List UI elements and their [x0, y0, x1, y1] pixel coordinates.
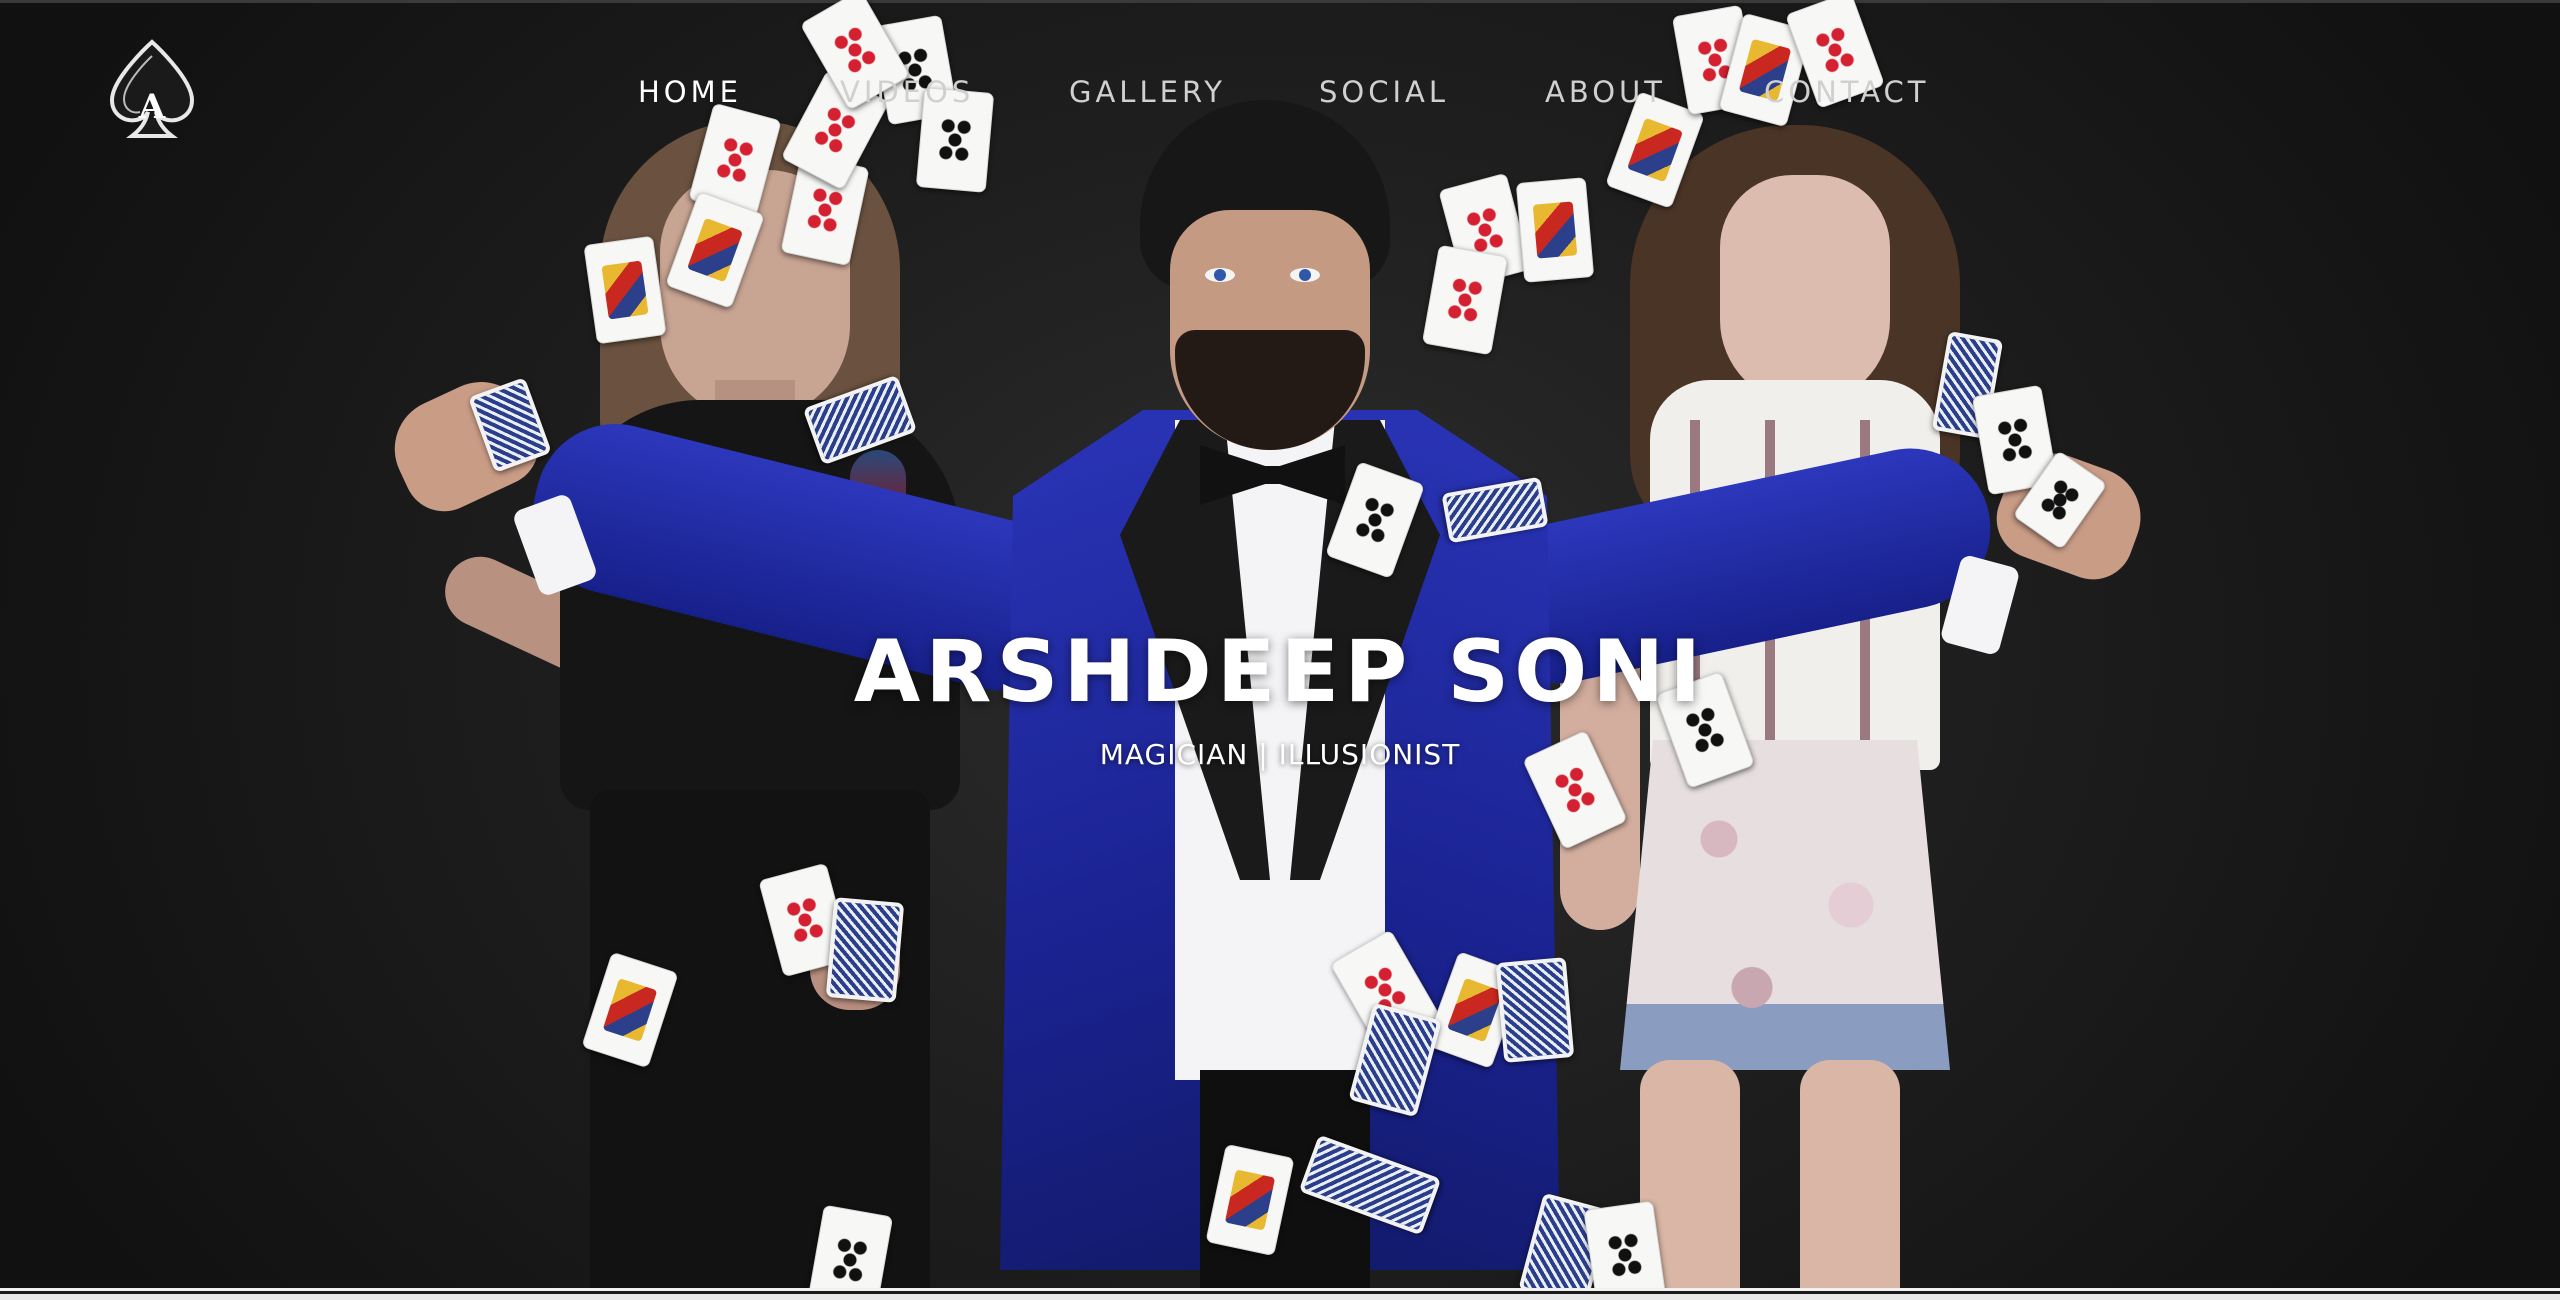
hero-title: ARSHDEEP SONI: [853, 622, 1707, 722]
playing-card: [1515, 177, 1595, 283]
nav-about[interactable]: ABOUT: [1545, 72, 1666, 112]
playing-card: [1495, 957, 1575, 1063]
main-nav: HOME VIDEOS GALLERY SOCIAL ABOUT CONTACT: [0, 72, 2560, 112]
playing-card: [1421, 244, 1509, 356]
playing-card: [583, 235, 667, 345]
hero-subtitle: MAGICIAN | ILLUSIONIST: [1099, 738, 1461, 771]
nav-home[interactable]: HOME: [638, 72, 742, 112]
nav-social[interactable]: SOCIAL: [1319, 72, 1449, 112]
playing-card: [825, 897, 905, 1003]
bottom-border: [0, 1288, 2560, 1300]
hero-section: A HOME VIDEOS GALLERY SOCIAL ABOUT CONTA…: [0, 0, 2560, 1300]
top-border: [0, 0, 2560, 3]
nav-gallery[interactable]: GALLERY: [1069, 72, 1226, 112]
nav-contact[interactable]: CONTACT: [1764, 72, 1930, 112]
nav-videos[interactable]: VIDEOS: [840, 72, 974, 112]
playing-card: [1583, 1200, 1667, 1300]
